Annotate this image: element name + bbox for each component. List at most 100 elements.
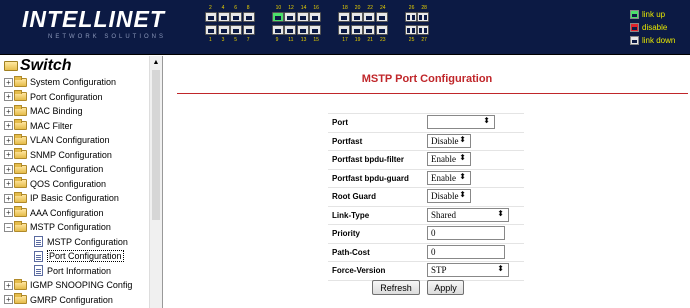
- folder-icon: [14, 293, 27, 304]
- field-input[interactable]: 0: [427, 226, 505, 240]
- select-arrows-icon[interactable]: ⬍: [459, 172, 466, 181]
- field-select[interactable]: Disable ⬍: [427, 133, 471, 148]
- sidebar-item[interactable]: − MSTP Configuration: [4, 220, 111, 233]
- sidebar-item[interactable]: + VLAN Configuration: [4, 133, 110, 146]
- port-15-icon[interactable]: [309, 25, 322, 35]
- port-25-icon[interactable]: [404, 25, 417, 35]
- port-number-label: 17: [342, 37, 348, 43]
- select-arrows-icon[interactable]: ⬍: [459, 135, 466, 144]
- expand-plus-icon[interactable]: +: [4, 179, 13, 188]
- port-number-label: 18: [342, 5, 348, 11]
- expand-plus-icon[interactable]: +: [4, 121, 13, 130]
- link-up-swatch-icon: [630, 10, 639, 19]
- sidebar-item[interactable]: + ACL Configuration: [4, 162, 103, 175]
- port-6-icon[interactable]: [230, 12, 243, 22]
- port-28-icon[interactable]: [417, 12, 430, 22]
- main-content: MSTP Port Configuration Port ⬍ Portfast Dis…: [164, 56, 690, 308]
- apply-button[interactable]: Apply: [427, 280, 464, 295]
- port-3-icon[interactable]: [217, 25, 230, 35]
- port-2-icon[interactable]: [205, 12, 217, 22]
- sidebar-item-label: IP Basic Configuration: [30, 193, 119, 203]
- port-1-icon[interactable]: [205, 25, 217, 35]
- scroll-thumb[interactable]: [152, 70, 160, 220]
- expand-plus-icon[interactable]: +: [4, 77, 13, 87]
- sidebar-item[interactable]: MSTP Configuration: [34, 236, 128, 248]
- expand-plus-icon[interactable]: +: [4, 135, 13, 145]
- field-label: Priority: [332, 229, 361, 238]
- port-19-icon[interactable]: [350, 25, 363, 35]
- expand-plus-icon[interactable]: +: [4, 208, 13, 217]
- port-number-label: 11: [288, 37, 294, 43]
- port-16-icon[interactable]: [309, 12, 322, 22]
- sidebar-item[interactable]: Port Information: [34, 265, 111, 277]
- port-number-label: 6: [234, 5, 237, 11]
- sidebar-item[interactable]: + MAC Binding: [4, 104, 83, 117]
- field-select[interactable]: Shared ⬍: [427, 207, 509, 222]
- port-24-icon[interactable]: [376, 12, 388, 22]
- port-number-label: 26: [408, 5, 415, 11]
- sidebar-item[interactable]: + QOS Configuration: [4, 177, 106, 190]
- select-arrows-icon[interactable]: ⬍: [459, 190, 466, 199]
- sidebar-item[interactable]: + AAA Configuration: [4, 206, 104, 219]
- port-27-icon[interactable]: [417, 25, 430, 35]
- port-10-icon[interactable]: [271, 12, 284, 22]
- title-divider: [177, 93, 688, 94]
- sidebar-scrollbar[interactable]: ▲: [149, 56, 162, 308]
- port-8-icon[interactable]: [242, 12, 255, 22]
- tree-root-switch[interactable]: Switch: [4, 57, 72, 75]
- sidebar-item[interactable]: + System Configuration: [4, 75, 116, 88]
- select-arrows-icon[interactable]: ⬍: [483, 116, 490, 125]
- port-21-icon[interactable]: [363, 25, 376, 35]
- port-17-icon[interactable]: [338, 25, 351, 35]
- grid-line: [328, 224, 524, 225]
- sidebar-item[interactable]: + IP Basic Configuration: [4, 191, 119, 204]
- port-5-icon[interactable]: [230, 25, 243, 35]
- grid-line: [328, 205, 524, 207]
- port-26-icon[interactable]: [404, 12, 417, 22]
- field-select[interactable]: STP ⬍: [427, 263, 509, 277]
- expand-plus-icon[interactable]: +: [4, 280, 13, 290]
- port-20-icon[interactable]: [350, 12, 363, 22]
- port-number-label: 22: [367, 5, 373, 11]
- port-number-label: 14: [300, 5, 307, 11]
- expand-plus-icon[interactable]: +: [4, 92, 13, 101]
- port-18-icon[interactable]: [338, 12, 351, 22]
- port-9-icon[interactable]: [271, 25, 284, 35]
- port-13-icon[interactable]: [296, 25, 309, 35]
- port-23-icon[interactable]: [376, 25, 388, 35]
- select-arrows-icon[interactable]: ⬍: [497, 209, 504, 218]
- expand-plus-icon[interactable]: +: [4, 295, 13, 304]
- expand-plus-icon[interactable]: +: [4, 150, 13, 159]
- scroll-up-arrow-icon[interactable]: ▲: [150, 56, 162, 68]
- field-value: Enable: [431, 172, 456, 183]
- field-select[interactable]: ⬍: [427, 115, 495, 129]
- expand-plus-icon[interactable]: +: [4, 193, 13, 203]
- select-arrows-icon[interactable]: ⬍: [497, 264, 504, 273]
- sidebar-item[interactable]: Port Configuration: [34, 250, 124, 262]
- folder-icon: [14, 148, 27, 159]
- port-4-icon[interactable]: [217, 12, 230, 22]
- port-12-icon[interactable]: [284, 12, 297, 22]
- port-number-label: 28: [421, 5, 427, 11]
- expand-plus-icon[interactable]: +: [4, 164, 13, 174]
- field-select[interactable]: Disable ⬍: [427, 189, 471, 203]
- sidebar-item[interactable]: + Port Configuration: [4, 90, 103, 103]
- field-select[interactable]: Enable ⬍: [427, 152, 471, 166]
- port-22-icon[interactable]: [363, 12, 376, 22]
- port-14-icon[interactable]: [296, 12, 309, 22]
- collapse-minus-icon[interactable]: −: [4, 222, 13, 232]
- port-number-label: 25: [408, 37, 415, 43]
- sidebar-item[interactable]: + GMRP Configuration: [4, 293, 113, 306]
- sidebar-item[interactable]: + IGMP SNOOPING Config: [4, 278, 132, 291]
- port-number-label: 8: [246, 5, 250, 11]
- refresh-button[interactable]: Refresh: [372, 280, 420, 295]
- page-icon: [34, 250, 43, 262]
- port-7-icon[interactable]: [242, 25, 255, 35]
- select-arrows-icon[interactable]: ⬍: [459, 153, 466, 162]
- field-select[interactable]: Enable ⬍: [427, 170, 471, 185]
- sidebar-item[interactable]: + SNMP Configuration: [4, 148, 112, 161]
- sidebar-item[interactable]: + MAC Filter: [4, 119, 73, 132]
- expand-plus-icon[interactable]: +: [4, 106, 13, 116]
- port-11-icon[interactable]: [284, 25, 297, 35]
- field-input[interactable]: 0: [427, 244, 505, 259]
